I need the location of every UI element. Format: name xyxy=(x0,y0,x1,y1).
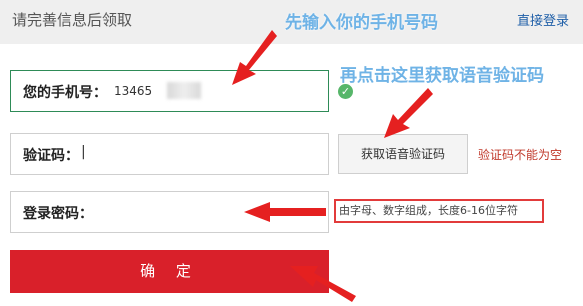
annotation-step2: 再点击这里获取语音验证码 xyxy=(340,66,544,86)
code-label: 验证码： xyxy=(23,148,79,164)
code-cursor: | xyxy=(81,144,86,160)
arrow-icon xyxy=(384,88,433,138)
password-label: 登录密码： xyxy=(23,206,93,222)
page-title: 请完善信息后领取 xyxy=(12,11,133,29)
password-field[interactable]: 登录密码： xyxy=(10,191,329,233)
phone-field[interactable]: 您的手机号： 13465 xyxy=(10,70,329,112)
code-error-text: 验证码不能为空 xyxy=(478,148,563,162)
annotation-step1: 先输入你的手机号码 xyxy=(285,13,438,33)
confirm-button[interactable]: 确 定 xyxy=(10,250,329,293)
phone-value: 13465 xyxy=(114,84,153,98)
check-icon: ✓ xyxy=(338,84,353,99)
phone-blur-mask xyxy=(167,82,201,99)
get-voice-code-button[interactable]: 获取语音验证码 xyxy=(338,134,468,174)
password-hint: 由字母、数字组成，长度6-16位字符 xyxy=(334,199,544,223)
verification-code-field[interactable]: 验证码： | xyxy=(10,133,329,175)
phone-label: 您的手机号： xyxy=(23,85,107,101)
direct-login-link[interactable]: 直接登录 xyxy=(517,10,569,29)
